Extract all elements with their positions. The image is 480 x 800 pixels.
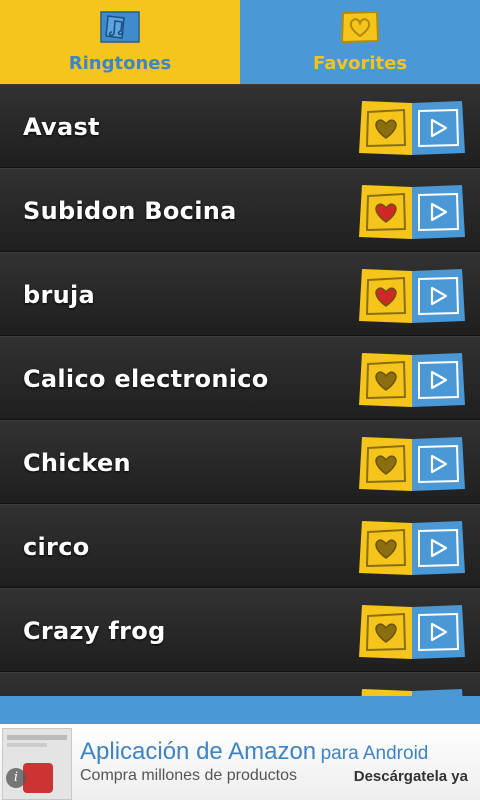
ringtone-list: Avast Subidon Bocina bruja Calico electroni…: [0, 84, 480, 696]
play-icon: [418, 192, 460, 232]
play-button[interactable]: [412, 521, 465, 575]
favorite-button[interactable]: [359, 521, 412, 575]
ringtone-title: Avast: [23, 113, 100, 141]
play-button[interactable]: [412, 605, 465, 659]
ad-cta-button[interactable]: Descárgatela ya: [354, 768, 468, 785]
heart-icon: [365, 360, 407, 400]
ad-subtitle: Compra millones de productos: [80, 767, 297, 784]
ad-banner[interactable]: Aplicación de Amazon para Android Compra…: [0, 724, 480, 800]
ringtone-title: circo: [23, 533, 90, 561]
favorite-button[interactable]: [359, 353, 412, 407]
play-icon: [418, 444, 460, 484]
play-icon: [412, 689, 465, 696]
play-button[interactable]: [412, 185, 465, 239]
play-icon: [418, 108, 460, 148]
heart-icon: [365, 192, 407, 232]
ringtone-title: Subidon Bocina: [23, 197, 237, 225]
list-item[interactable]: Avast: [0, 84, 480, 168]
play-button[interactable]: [412, 437, 465, 491]
heart-icon: [365, 444, 407, 484]
ad-separator: [0, 696, 480, 724]
tab-bar: Ringtones Favorites: [0, 0, 480, 84]
row-actions: [359, 353, 465, 407]
heart-icon: [365, 108, 407, 148]
row-actions: [359, 605, 465, 659]
play-button[interactable]: [412, 689, 465, 696]
list-item[interactable]: circo: [0, 504, 480, 588]
heart-icon: [340, 10, 380, 44]
heart-icon: [359, 689, 412, 696]
tab-label: Favorites: [312, 53, 408, 74]
favorite-button[interactable]: [359, 689, 412, 696]
favorite-button[interactable]: [359, 605, 412, 659]
ad-thumbnail: [2, 728, 72, 800]
list-item[interactable]: [0, 672, 480, 696]
row-actions: [359, 269, 465, 323]
ringtone-title: Calico electronico: [23, 365, 269, 393]
tab-favorites[interactable]: Favorites: [240, 0, 480, 84]
ad-title-main: Aplicación de Amazon: [80, 738, 317, 765]
ad-title-suffix: para Android: [320, 743, 429, 764]
ad-title: Aplicación de Amazon para Android: [80, 738, 428, 766]
play-button[interactable]: [412, 269, 465, 323]
favorite-button[interactable]: [359, 437, 412, 491]
play-icon: [418, 276, 460, 316]
ad-info-icon[interactable]: i: [6, 768, 26, 788]
ringtones-icon: [100, 11, 140, 43]
play-button[interactable]: [412, 353, 465, 407]
ringtone-title: Crazy frog: [23, 617, 166, 645]
list-item[interactable]: Chicken: [0, 420, 480, 504]
favorite-button[interactable]: [359, 269, 412, 323]
ringtone-title: Chicken: [23, 449, 131, 477]
play-icon: [418, 528, 460, 568]
row-actions: [359, 101, 465, 155]
play-button[interactable]: [412, 101, 465, 155]
favorite-button[interactable]: [359, 185, 412, 239]
list-item[interactable]: bruja: [0, 252, 480, 336]
row-actions: [359, 521, 465, 575]
tab-ringtones[interactable]: Ringtones: [0, 0, 240, 84]
heart-icon: [365, 612, 407, 652]
row-actions: [359, 185, 465, 239]
list-item[interactable]: Subidon Bocina: [0, 168, 480, 252]
play-icon: [418, 360, 460, 400]
tab-label: Ringtones: [68, 53, 172, 74]
row-actions: [359, 689, 465, 696]
heart-icon: [365, 276, 407, 316]
list-item[interactable]: Calico electronico: [0, 336, 480, 420]
play-icon: [418, 612, 460, 652]
heart-icon: [365, 528, 407, 568]
ringtone-title: bruja: [23, 281, 96, 309]
row-actions: [359, 437, 465, 491]
list-item[interactable]: Crazy frog: [0, 588, 480, 672]
favorite-button[interactable]: [359, 101, 412, 155]
